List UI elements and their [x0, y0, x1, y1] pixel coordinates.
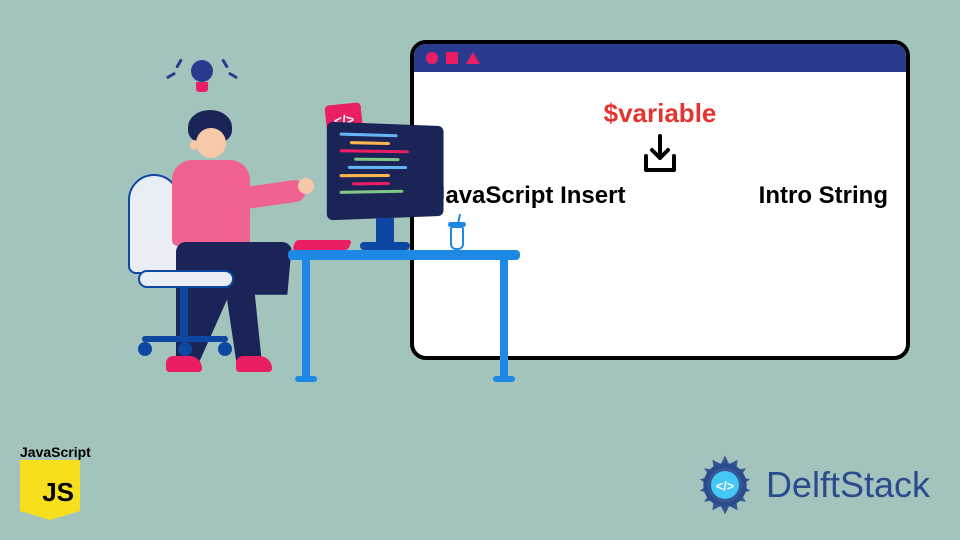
- keyboard-icon: [292, 240, 352, 250]
- chair-wheel-icon: [218, 342, 232, 356]
- chair-wheel-icon: [178, 342, 192, 356]
- desk-leg: [302, 260, 310, 378]
- lightbulb-icon: [188, 60, 216, 96]
- chair-seat: [138, 270, 234, 288]
- light-ray-icon: [175, 58, 183, 68]
- person-hand: [298, 178, 314, 194]
- desk-top: [288, 250, 520, 260]
- monitor-screen: [327, 122, 444, 221]
- js-shield-icon: [20, 460, 80, 520]
- delftstack-name: DelftStack: [766, 464, 930, 506]
- light-ray-icon: [221, 58, 229, 68]
- coffee-cup-icon: [450, 218, 468, 250]
- insert-arrow-icon: [642, 134, 678, 174]
- desk-foot: [295, 376, 317, 382]
- shoe-icon: [236, 356, 272, 372]
- desk-foot: [493, 376, 515, 382]
- monitor-stand: [376, 218, 394, 242]
- chair-wheel-icon: [138, 342, 152, 356]
- light-ray-icon: [166, 72, 176, 80]
- monitor-base: [360, 242, 410, 250]
- shoe-icon: [166, 356, 202, 372]
- right-text: Intro String: [759, 182, 888, 210]
- chair-pole: [180, 288, 188, 338]
- svg-text:</>: </>: [716, 480, 734, 494]
- person-legs: [176, 242, 292, 362]
- developer-illustration: </>: [80, 60, 500, 460]
- person-head: [188, 114, 234, 164]
- delftstack-logo: </> DelftStack: [690, 450, 930, 520]
- delftstack-emblem-icon: </>: [690, 450, 760, 520]
- variable-label: $variable: [604, 98, 717, 129]
- light-ray-icon: [228, 72, 238, 80]
- desk-leg: [500, 260, 508, 378]
